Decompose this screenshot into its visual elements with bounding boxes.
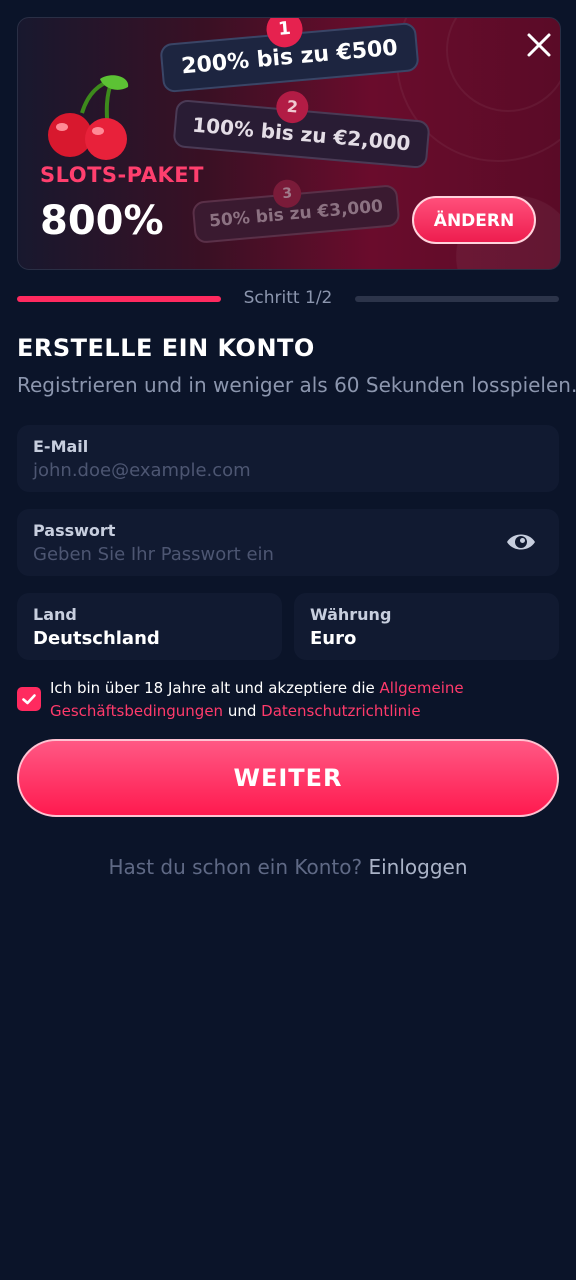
bonus-banner: SLOTS-PAKET 800% 200% bis zu €500 1 100%… [17, 17, 561, 270]
password-label: Passwort [33, 521, 116, 540]
bonus-tier-3: 50% bis zu €3,000 3 [191, 178, 401, 244]
progress-bar-complete [17, 296, 221, 302]
currency-value: Euro [310, 628, 357, 649]
country-label: Land [33, 605, 77, 624]
package-label: SLOTS-PAKET [40, 163, 204, 187]
privacy-link[interactable]: Datenschutzrichtlinie [261, 702, 420, 720]
eye-icon[interactable] [505, 529, 537, 555]
terms-text: Ich bin über 18 Jahre alt und akzeptiere… [50, 677, 530, 723]
progress-bar-remaining [355, 296, 559, 302]
step-label: Schritt 1/2 [243, 288, 333, 308]
email-label: E-Mail [33, 437, 89, 456]
bonus-tier-1: 200% bis zu €500 1 [159, 18, 420, 94]
page-subtitle: Registrieren und in weniger als 60 Sekun… [17, 373, 576, 397]
country-value: Deutschland [33, 628, 160, 649]
login-link[interactable]: Einloggen [368, 855, 467, 879]
email-field[interactable]: E-Mail john.doe@example.com [17, 425, 559, 492]
currency-select[interactable]: Währung Euro [294, 593, 559, 660]
login-row: Hast du schon ein Konto? Einloggen [0, 855, 576, 879]
bonus-tier-2: 100% bis zu €2,000 2 [172, 89, 431, 170]
login-prompt: Hast du schon ein Konto? [108, 855, 363, 879]
country-select[interactable]: Land Deutschland [17, 593, 282, 660]
page-title: ERSTELLE EIN KONTO [17, 334, 315, 362]
password-field[interactable]: Passwort Geben Sie Ihr Passwort ein [17, 509, 559, 576]
checkmark-icon [22, 694, 36, 705]
cherry-icon [48, 75, 129, 160]
terms-prefix: Ich bin über 18 Jahre alt und akzeptiere… [50, 679, 380, 697]
terms-middle: und [223, 702, 262, 720]
package-percent: 800% [40, 198, 164, 244]
currency-label: Währung [310, 605, 392, 624]
terms-checkbox[interactable] [17, 687, 41, 711]
email-input[interactable]: john.doe@example.com [33, 460, 543, 481]
password-input[interactable]: Geben Sie Ihr Passwort ein [33, 544, 543, 565]
continue-button[interactable]: WEITER [17, 739, 559, 817]
close-icon[interactable] [524, 30, 554, 60]
change-bonus-button[interactable]: ÄNDERN [412, 196, 536, 244]
